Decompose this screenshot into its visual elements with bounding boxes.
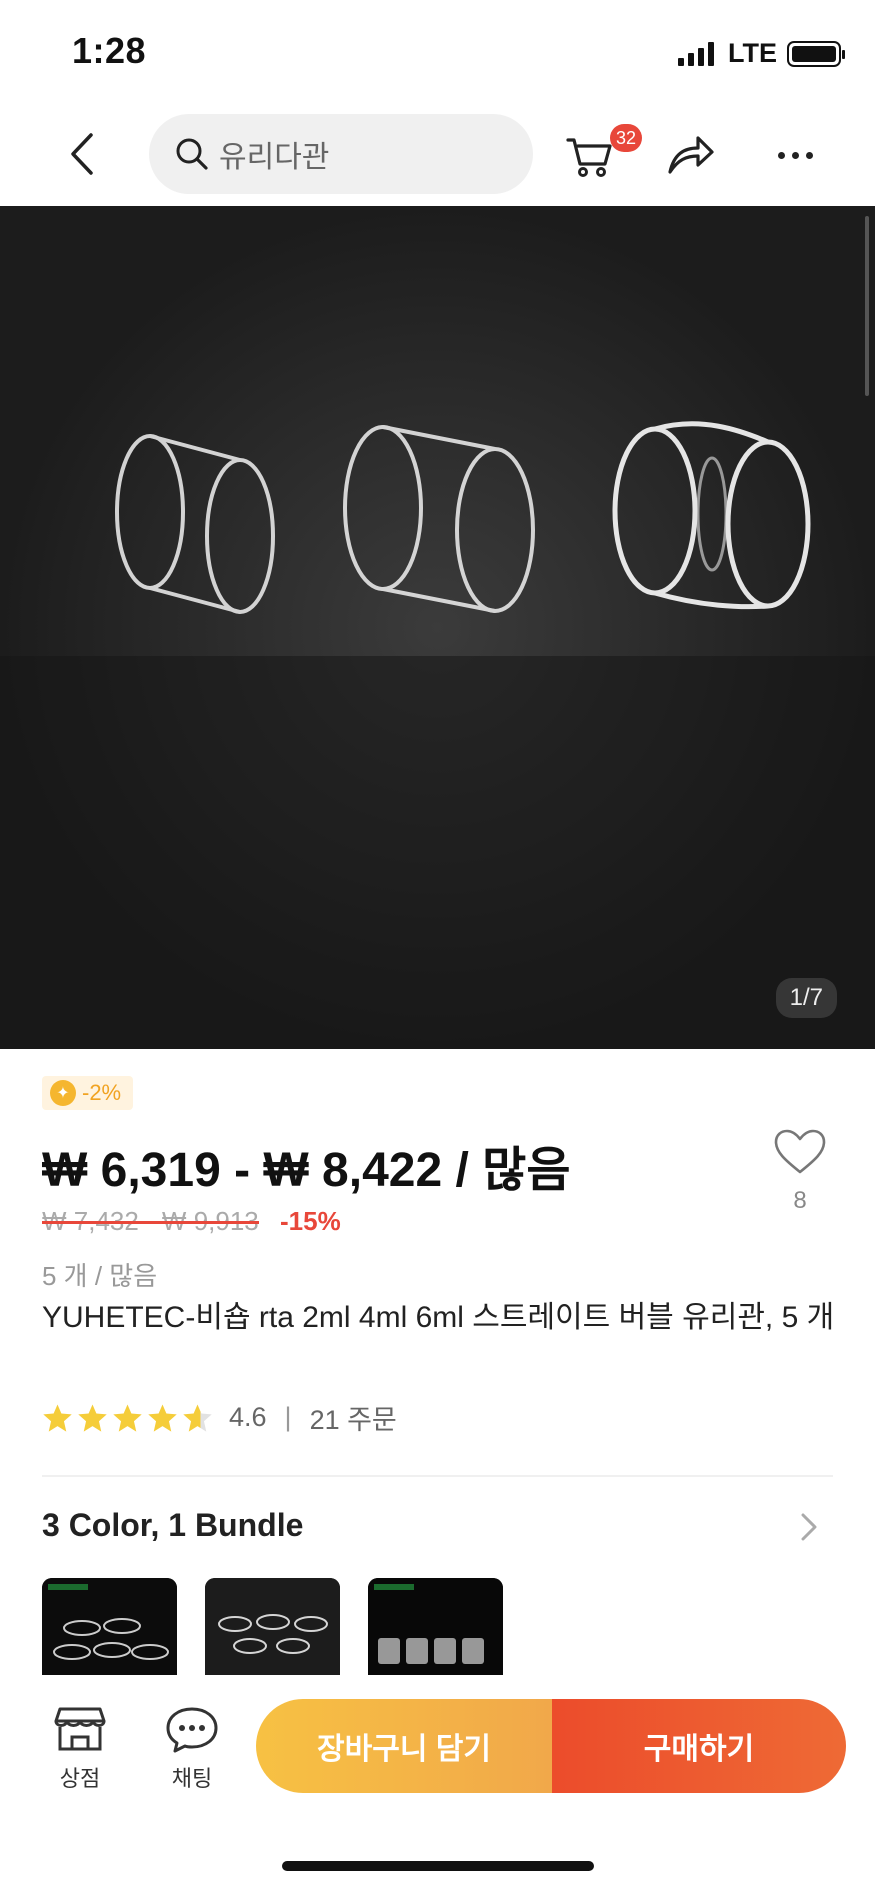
discount-percent: -15% [280,1206,341,1236]
variant-title[interactable]: 3 Color, 1 Bundle [42,1507,303,1544]
chevron-right-icon [801,1513,817,1541]
star-icon [43,1403,72,1432]
network-label: LTE [728,38,777,68]
star-icon [148,1403,177,1432]
search-placeholder: 유리다관 [219,141,330,174]
search-input[interactable]: 유리다관 [149,114,533,194]
top-nav: 유리다관 32 [0,108,875,206]
price-range: ₩ 6,319 - ₩ 8,422 / 많음 [42,1144,571,1197]
chat-icon [166,1707,218,1753]
back-button[interactable] [58,130,106,178]
cart-icon [566,138,612,177]
variant-image [42,1578,177,1676]
rating-value: 4.6 [229,1402,267,1432]
variant-expand-button[interactable] [799,1512,829,1542]
status-bar: 1:28 LTE [0,0,875,100]
star-icon [113,1403,142,1432]
store-icon [54,1707,106,1751]
variant-image [205,1578,340,1676]
chat-button[interactable]: 채팅 [152,1705,232,1793]
variant-thumbnail[interactable] [205,1578,340,1676]
cart-button[interactable] [565,130,615,180]
battery-icon [787,40,845,67]
home-indicator[interactable] [282,1861,594,1871]
more-button[interactable] [770,130,820,180]
image-scroll-indicator [865,216,869,396]
original-price-row: ₩ 7,432 - ₩ 9,913 -15% [42,1206,341,1237]
buy-now-button[interactable]: 구매하기 [552,1699,846,1793]
search-icon [176,138,208,170]
star-icon [78,1403,107,1432]
original-price: ₩ 7,432 - ₩ 9,913 [42,1206,259,1236]
product-image-carousel[interactable]: 1/7 [0,206,875,1049]
heart-icon [774,1129,826,1174]
chevron-left-icon [71,133,93,175]
coupon-label: -2% [82,1080,122,1105]
wishlist-count: 8 [793,1187,807,1214]
coupon-badge[interactable]: ✦ -2% [42,1076,134,1110]
more-dot-icon [791,151,799,159]
rating-stars [42,1403,213,1433]
variant-thumbnails [42,1578,503,1676]
variant-thumbnail[interactable] [42,1578,177,1676]
add-to-cart-button[interactable]: 장바구니 담기 [256,1699,552,1793]
half-star-icon [183,1403,212,1432]
unit-info: 5 개 / 많음 [42,1261,158,1291]
cart-badge: 32 [610,124,643,152]
wishlist-button[interactable]: 8 [770,1128,830,1215]
variant-image [368,1578,503,1676]
product-title: YUHETEC-비숍 rta 2ml 4ml 6ml 스트레이트 버블 유리관,… [42,1301,835,1334]
image-counter: 1/7 [775,978,837,1018]
rating-row[interactable]: 4.6 | 21 주문 [42,1398,397,1437]
product-image [0,206,875,1049]
share-button[interactable] [666,132,716,182]
more-dot-icon [805,151,813,159]
order-count: 21 주문 [309,1405,397,1435]
store-button[interactable]: 상점 [40,1705,120,1793]
status-time: 1:28 [72,30,147,71]
status-indicators: LTE [678,38,845,69]
rating-separator: | [284,1402,292,1432]
action-buttons: 장바구니 담기 구매하기 [256,1699,846,1793]
signal-icon [678,41,714,66]
section-divider [42,1475,833,1477]
more-dot-icon [777,151,785,159]
coin-icon: ✦ [50,1080,76,1106]
chat-label: 채팅 [171,1766,213,1791]
share-icon [668,136,714,174]
store-label: 상점 [59,1766,101,1791]
variant-thumbnail[interactable] [368,1578,503,1676]
